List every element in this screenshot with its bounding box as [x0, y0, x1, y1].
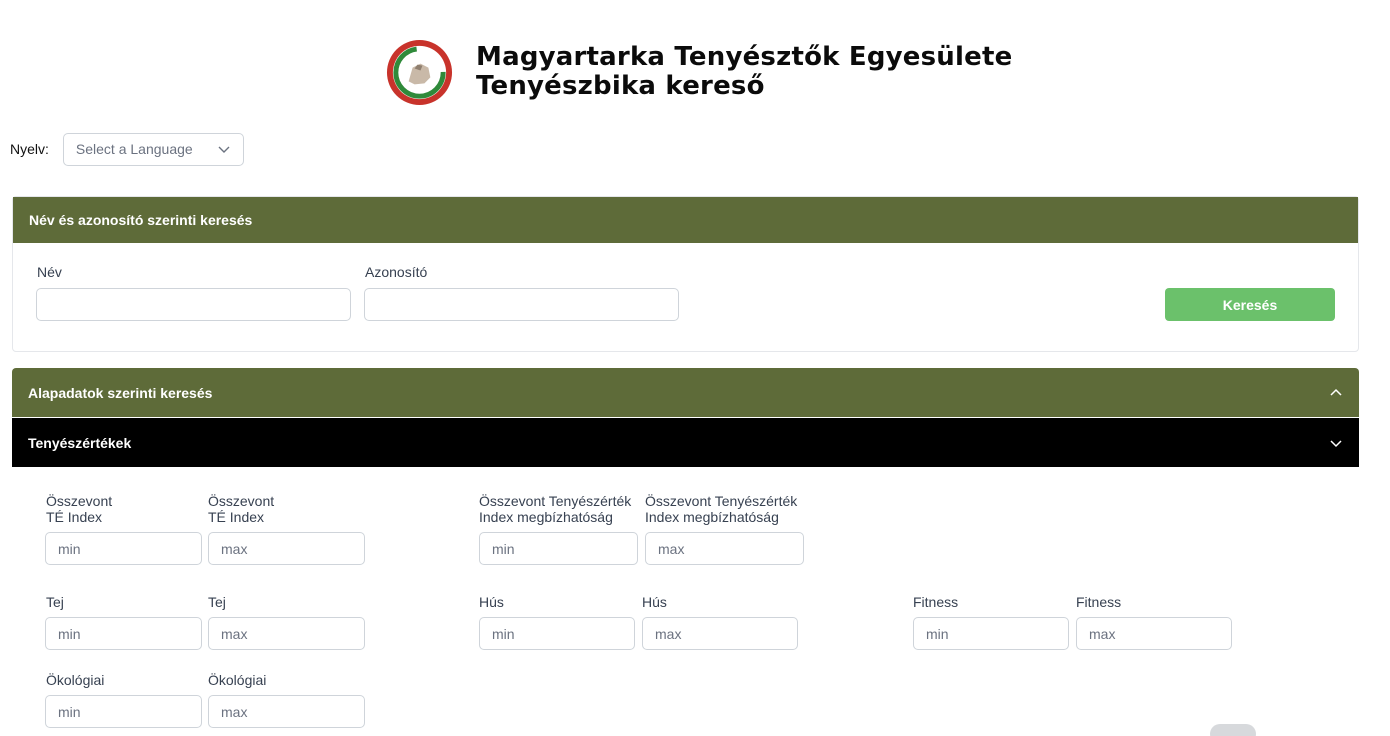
fitness-min-label: Fitness	[913, 594, 959, 610]
total-index-min-input[interactable]: min	[45, 532, 202, 565]
association-logo-icon	[386, 39, 453, 105]
ecological-max-input[interactable]: max	[208, 695, 365, 728]
breeding-values-accordion[interactable]: Tenyészértékek	[12, 418, 1359, 467]
fitness-min-input[interactable]: min	[913, 617, 1069, 650]
reliability-max-input[interactable]: max	[645, 532, 804, 565]
meat-max-label: Hús	[642, 594, 667, 610]
basic-data-accordion[interactable]: Alapadatok szerinti keresés	[12, 368, 1359, 417]
name-search-panel: Név és azonosító szerinti keresés Név Az…	[12, 196, 1359, 352]
reliability-min-input[interactable]: min	[479, 532, 638, 565]
site-header: Magyartarka Tenyésztők Egyesülete Tenyés…	[385, 36, 1012, 108]
total-index-max-label: Összevont TÉ Index	[208, 493, 275, 525]
floating-widget[interactable]	[1210, 724, 1256, 736]
chevron-down-icon	[218, 146, 230, 153]
id-label: Azonosító	[365, 264, 428, 280]
id-input[interactable]	[364, 288, 679, 321]
total-index-min-label: Összevont TÉ Index	[46, 493, 113, 525]
basic-data-title: Alapadatok szerinti keresés	[28, 384, 213, 401]
meat-max-input[interactable]: max	[642, 617, 798, 650]
language-label: Nyelv:	[10, 141, 49, 157]
meat-min-label: Hús	[479, 594, 504, 610]
milk-min-label: Tej	[46, 594, 64, 610]
name-input[interactable]	[36, 288, 351, 321]
chevron-up-icon	[1330, 388, 1342, 396]
fitness-max-label: Fitness	[1076, 594, 1122, 610]
milk-max-input[interactable]: max	[208, 617, 365, 650]
milk-min-input[interactable]: min	[45, 617, 202, 650]
total-index-max-input[interactable]: max	[208, 532, 365, 565]
name-search-title: Név és azonosító szerinti keresés	[13, 197, 1358, 243]
reliability-min-label: Összevont Tenyészérték Index megbízhatós…	[479, 493, 632, 525]
name-label: Név	[37, 264, 62, 280]
language-select[interactable]: Select a Language	[62, 132, 244, 166]
milk-max-label: Tej	[208, 594, 226, 610]
search-button[interactable]: Keresés	[1165, 288, 1335, 321]
language-select-value: Select a Language	[75, 141, 193, 157]
ecological-max-label: Ökológiai	[208, 672, 267, 688]
reliability-max-label: Összevont Tenyészérték Index megbízhatós…	[645, 493, 798, 525]
chevron-down-icon	[1330, 439, 1342, 447]
breeding-values-title: Tenyészértékek	[28, 434, 132, 451]
meat-min-input[interactable]: min	[479, 617, 635, 650]
language-row: Nyelv: Select a Language	[10, 132, 244, 166]
ecological-min-input[interactable]: min	[45, 695, 202, 728]
fitness-max-input[interactable]: max	[1076, 617, 1232, 650]
site-subtitle: Tenyészbika kereső	[476, 71, 765, 101]
ecological-min-label: Ökológiai	[46, 672, 105, 688]
site-title: Magyartarka Tenyésztők Egyesülete	[476, 42, 1013, 73]
